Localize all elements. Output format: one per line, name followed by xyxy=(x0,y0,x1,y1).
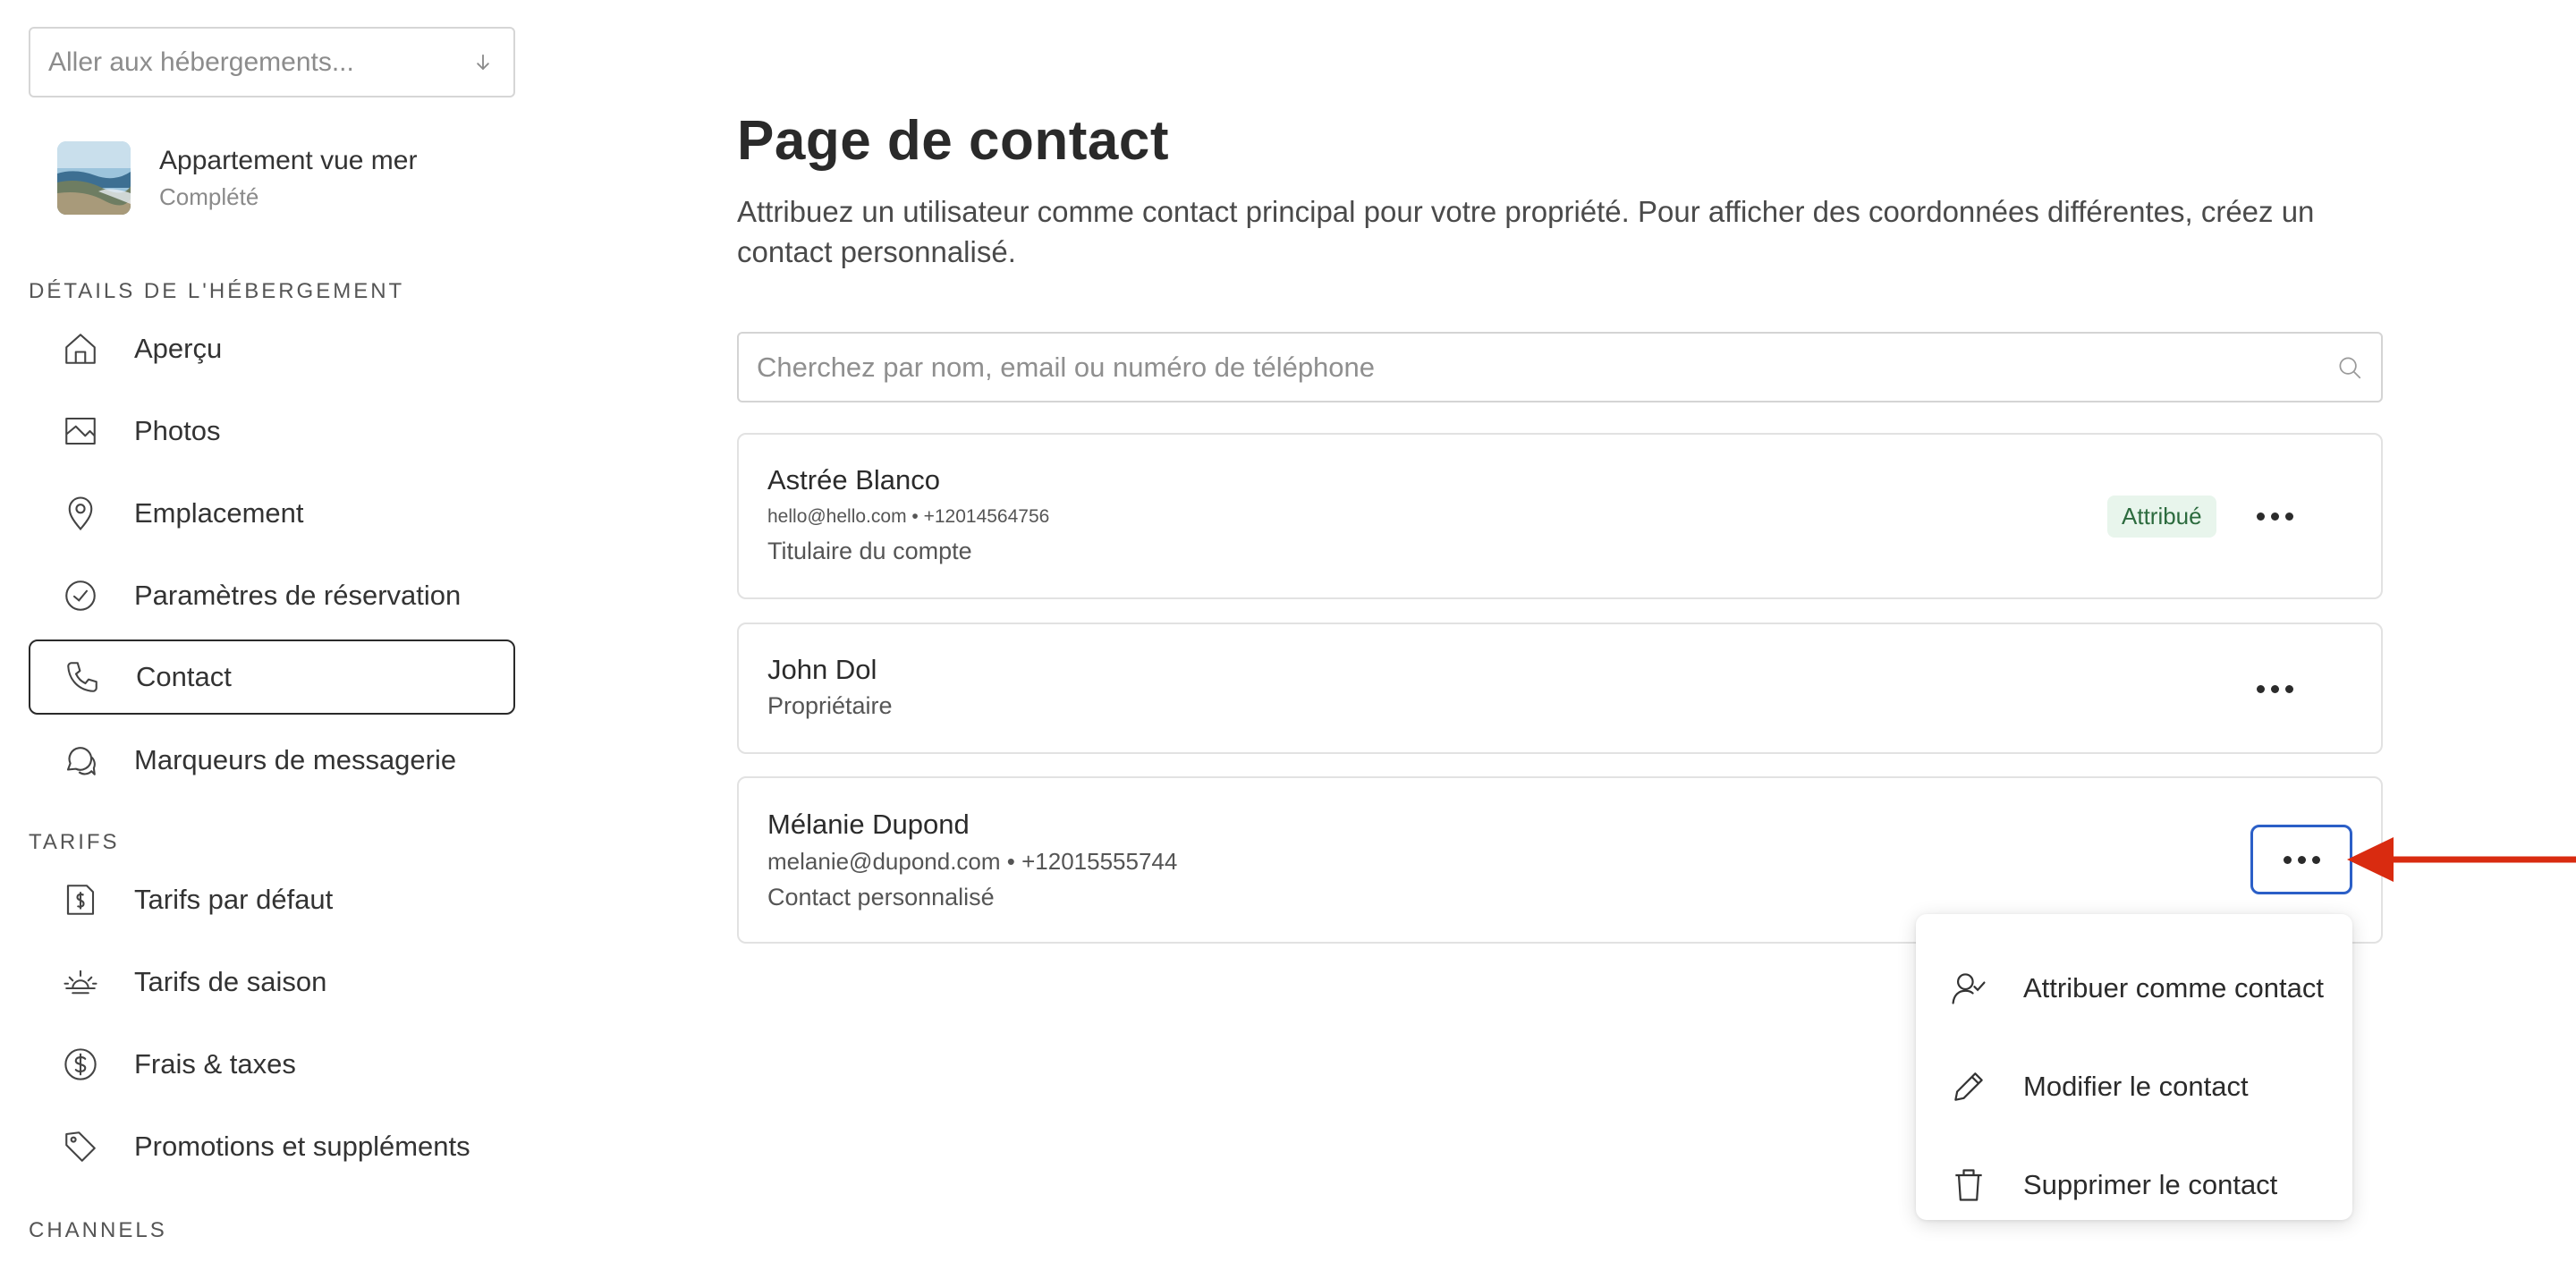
sidebar-item-label: Emplacement xyxy=(134,497,304,529)
sidebar-item-label: Paramètres de réservation xyxy=(134,580,462,611)
sidebar-item-parametres-reservation[interactable]: Paramètres de réservation xyxy=(29,558,515,633)
sidebar-item-label: Frais & taxes xyxy=(134,1048,296,1080)
dollar-circle-icon xyxy=(61,1045,100,1084)
contact-name: John Dol xyxy=(767,654,877,685)
sidebar-item-label: Marqueurs de messagerie xyxy=(134,744,457,775)
property-thumbnail xyxy=(57,141,131,215)
tag-icon xyxy=(61,1127,100,1166)
sidebar-item-tarifs-defaut[interactable]: Tarifs par défaut xyxy=(29,862,515,937)
property-name: Appartement vue mer xyxy=(159,146,418,175)
menu-item-label: Attribuer comme contact xyxy=(2023,972,2324,1004)
sidebar-item-tarifs-saison[interactable]: Tarifs de saison xyxy=(29,944,515,1020)
sidebar-item-label: Promotions et suppléments xyxy=(134,1131,470,1162)
sidebar-item-label: Tarifs par défaut xyxy=(134,884,334,915)
more-options-button[interactable] xyxy=(2250,825,2352,894)
search-icon xyxy=(2339,357,2361,378)
more-horizontal-icon xyxy=(2283,855,2320,864)
menu-item-label: Supprimer le contact xyxy=(2023,1169,2278,1200)
property-switcher-placeholder: Aller aux hébergements... xyxy=(48,47,354,77)
contact-card: John Dol Propriétaire xyxy=(737,623,2383,754)
sidebar: Aller aux hébergements... Appartement vu… xyxy=(0,0,537,1279)
sidebar-item-label: Aperçu xyxy=(134,333,223,364)
contact-card: Astrée Blanco hello@hello.com • +1201456… xyxy=(737,433,2383,599)
contact-role: Contact personnalisé xyxy=(767,884,995,911)
contact-role: Titulaire du compte xyxy=(767,538,972,564)
page-description: Attribuez un utilisateur comme contact p… xyxy=(737,195,2315,268)
more-horizontal-icon xyxy=(2256,512,2293,521)
section-title-details: DÉTAILS DE L'HÉBERGEMENT xyxy=(29,279,405,303)
assigned-badge: Attribué xyxy=(2107,496,2216,538)
sidebar-item-contact[interactable]: Contact xyxy=(29,640,515,715)
sidebar-item-label: Tarifs de saison xyxy=(134,966,327,997)
phone-icon xyxy=(63,657,102,697)
property-status: Complété xyxy=(159,183,259,210)
contact-name: Mélanie Dupond xyxy=(767,809,970,840)
page-title: Page de contact xyxy=(737,110,1169,172)
home-icon xyxy=(61,329,100,368)
more-options-button[interactable] xyxy=(2224,654,2326,724)
property-switcher-select[interactable]: Aller aux hébergements... xyxy=(29,27,515,97)
more-horizontal-icon xyxy=(2256,684,2293,693)
more-options-button[interactable] xyxy=(2224,481,2326,551)
sidebar-item-photos[interactable]: Photos xyxy=(29,394,515,469)
arrow-down-icon xyxy=(477,54,489,70)
sidebar-item-label: Contact xyxy=(136,661,232,692)
contact-details: melanie@dupond.com • +12015555744 xyxy=(767,848,1178,875)
price-tag-file-icon xyxy=(61,880,100,919)
contact-role: Propriétaire xyxy=(767,692,893,719)
sidebar-item-label: Photos xyxy=(134,415,221,446)
menu-item-edit-contact[interactable]: Modifier le contact xyxy=(1948,1055,2342,1118)
check-circle-icon xyxy=(61,576,100,615)
sun-icon xyxy=(61,962,100,1002)
contact-search-input[interactable]: Cherchez par nom, email ou numéro de tél… xyxy=(737,332,2383,402)
map-pin-icon xyxy=(61,494,100,533)
trash-icon xyxy=(1948,1165,1989,1206)
annotation-arrow-icon xyxy=(2347,837,2576,882)
contact-details: hello@hello.com • +12014564756 xyxy=(767,506,1050,527)
search-placeholder: Cherchez par nom, email ou numéro de tél… xyxy=(757,351,1376,383)
sidebar-item-promotions-supplements[interactable]: Promotions et suppléments xyxy=(29,1109,515,1184)
page: Aller aux hébergements... Appartement vu… xyxy=(0,0,2576,1279)
pencil-icon xyxy=(1948,1066,1989,1107)
sidebar-item-marqueurs-messagerie[interactable]: Marqueurs de messagerie xyxy=(29,723,515,798)
sidebar-item-frais-taxes[interactable]: Frais & taxes xyxy=(29,1027,515,1102)
image-icon xyxy=(61,411,100,451)
menu-item-assign-contact[interactable]: Attribuer comme contact xyxy=(1948,957,2342,1020)
current-property[interactable]: Appartement vue mer Complété xyxy=(57,141,417,215)
section-title-channels: CHANNELS xyxy=(29,1218,167,1242)
section-title-tarifs: TARIFS xyxy=(29,830,120,854)
chat-icon xyxy=(61,741,100,780)
menu-item-label: Modifier le contact xyxy=(2023,1071,2249,1102)
contact-actions-menu: Attribuer comme contact Modifier le cont… xyxy=(1916,914,2352,1220)
user-check-icon xyxy=(1948,968,1989,1009)
contact-name: Astrée Blanco xyxy=(767,464,940,496)
menu-item-delete-contact[interactable]: Supprimer le contact xyxy=(1948,1154,2342,1216)
sidebar-item-emplacement[interactable]: Emplacement xyxy=(29,476,515,551)
sidebar-item-apercu[interactable]: Aperçu xyxy=(29,311,515,386)
